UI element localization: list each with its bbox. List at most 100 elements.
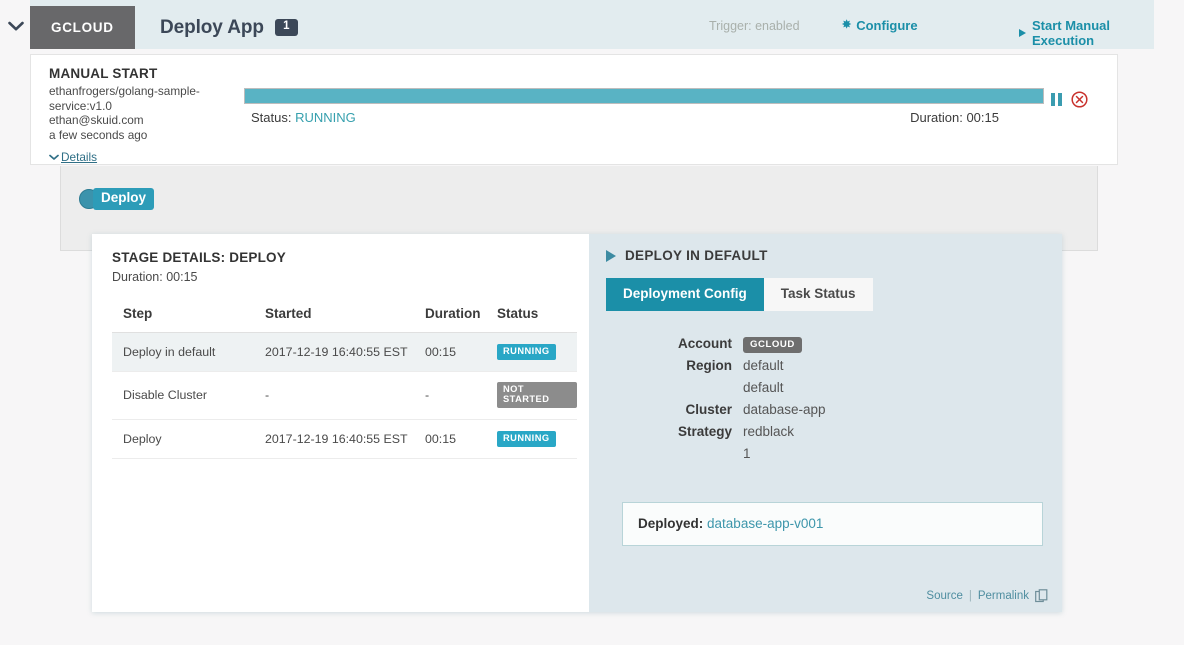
stage-details-panel: STAGE DETAILS: DEPLOY Duration: 00:15 St… bbox=[92, 234, 1062, 612]
execution-duration: Duration: 00:15 bbox=[910, 110, 999, 125]
execution-details-label: Details bbox=[61, 150, 98, 164]
tab-deployment-config[interactable]: Deployment Config bbox=[606, 278, 764, 311]
execution-user: ethan@skuid.com bbox=[49, 113, 144, 127]
execution-status-prefix: Status: bbox=[251, 110, 292, 125]
app-title-group: Deploy App 1 bbox=[160, 6, 298, 49]
triangle-right-icon bbox=[606, 249, 616, 262]
config-row-strategy: Strategy redblack bbox=[624, 421, 1045, 443]
execution-count-badge: 1 bbox=[274, 19, 298, 36]
execution-progress-fill bbox=[245, 89, 1043, 103]
column-header-step: Step bbox=[112, 306, 265, 333]
configure-label: Configure bbox=[856, 18, 918, 33]
status-badge: RUNNING bbox=[497, 430, 556, 448]
deployed-server-group-link[interactable]: database-app-v001 bbox=[707, 516, 823, 531]
gear-icon: ✸ bbox=[842, 19, 852, 31]
play-icon bbox=[1019, 29, 1026, 37]
config-value: 1 bbox=[743, 445, 751, 461]
pause-icon bbox=[1051, 93, 1055, 106]
deployed-artifact-box: Deployed: database-app-v001 bbox=[622, 502, 1043, 546]
config-row-region-second: default bbox=[624, 377, 1045, 399]
config-value: default bbox=[743, 379, 784, 395]
execution-progress-labels: Status: RUNNING Duration: 00:15 bbox=[244, 110, 1044, 127]
execution-timestamp: a few seconds ago bbox=[49, 127, 148, 142]
cell-started: 2017-12-19 16:40:55 EST bbox=[265, 419, 425, 460]
cell-status: RUNNING bbox=[497, 332, 577, 373]
config-row-region: Region default bbox=[624, 355, 1045, 377]
config-row-cluster: Cluster database-app bbox=[624, 399, 1045, 421]
config-value: GCLOUD bbox=[743, 333, 802, 355]
config-row-strategy-second: 1 bbox=[624, 443, 1045, 465]
table-row[interactable]: Deploy in default 2017-12-19 16:40:55 ES… bbox=[112, 332, 577, 373]
deployed-label: Deployed: bbox=[638, 516, 704, 531]
config-key: Account bbox=[678, 335, 732, 351]
cell-step: Disable Cluster bbox=[112, 371, 265, 420]
steps-table: Step Started Duration Status Deploy in d… bbox=[112, 306, 577, 460]
column-header-status: Status bbox=[497, 306, 577, 333]
execution-image: ethanfrogers/golang-sample-service:v1.0 bbox=[49, 84, 200, 113]
column-header-started: Started bbox=[265, 306, 425, 333]
cell-duration: - bbox=[425, 371, 497, 420]
cell-step: Deploy in default bbox=[112, 332, 265, 373]
configure-button[interactable]: ✸ Configure bbox=[842, 18, 918, 33]
config-key: Strategy bbox=[677, 423, 732, 439]
pipeline-header-bar: GCLOUD Deploy App 1 Trigger: enabled ✸ C… bbox=[30, 0, 1154, 49]
stage-details-left: STAGE DETAILS: DEPLOY Duration: 00:15 St… bbox=[92, 234, 589, 612]
source-link[interactable]: Source bbox=[926, 590, 962, 602]
execution-trigger-title: MANUAL START bbox=[49, 66, 158, 81]
deploy-panel-tabs: Deployment Config Task Status bbox=[606, 278, 1045, 311]
collapse-pipeline-toggle[interactable] bbox=[4, 14, 28, 38]
deployment-config-list: Account GCLOUD Region default default Cl… bbox=[624, 333, 1045, 465]
config-key: Region bbox=[686, 357, 732, 373]
execution-progress-bar bbox=[244, 88, 1044, 104]
account-tab-label: GCLOUD bbox=[51, 20, 114, 35]
cell-step: Deploy bbox=[112, 419, 265, 460]
start-manual-execution-label: Start Manual Execution bbox=[1032, 18, 1111, 48]
config-row-account: Account GCLOUD bbox=[624, 333, 1045, 355]
clipboard-copy-icon[interactable] bbox=[1035, 589, 1048, 603]
deploy-panel-footer: Source | Permalink bbox=[926, 589, 1048, 603]
table-row[interactable]: Deploy 2017-12-19 16:40:55 EST 00:15 RUN… bbox=[112, 419, 577, 460]
tab-task-status[interactable]: Task Status bbox=[763, 278, 873, 311]
account-chip: GCLOUD bbox=[743, 336, 802, 354]
page-title: Deploy App bbox=[160, 16, 264, 38]
start-manual-execution-button[interactable]: Start Manual Execution bbox=[1019, 18, 1154, 48]
deploy-in-default-title: DEPLOY IN DEFAULT bbox=[625, 248, 768, 263]
status-badge: NOT STARTED bbox=[497, 382, 577, 408]
stage-details-duration: Duration: 00:15 bbox=[112, 270, 198, 284]
steps-table-header-row: Step Started Duration Status bbox=[112, 306, 577, 333]
deploy-in-default-header[interactable]: DEPLOY IN DEFAULT bbox=[606, 248, 1045, 263]
config-value: redblack bbox=[743, 423, 795, 439]
config-value: default bbox=[743, 357, 784, 373]
config-value: database-app bbox=[743, 401, 826, 417]
cell-status: RUNNING bbox=[497, 419, 577, 460]
deploy-in-default-panel: DEPLOY IN DEFAULT Deployment Config Task… bbox=[589, 234, 1062, 612]
pause-execution-button[interactable] bbox=[1051, 93, 1062, 106]
table-row[interactable]: Disable Cluster - - NOT STARTED bbox=[112, 371, 577, 420]
chevron-down-icon bbox=[49, 154, 59, 160]
execution-summary-card: MANUAL START ethanfrogers/golang-sample-… bbox=[30, 54, 1118, 165]
footer-separator: | bbox=[968, 590, 972, 602]
pipeline-stage-deploy[interactable]: Deploy bbox=[79, 188, 155, 210]
execution-progress-area: Status: RUNNING Duration: 00:15 bbox=[244, 88, 1044, 127]
permalink-link[interactable]: Permalink bbox=[978, 590, 1029, 602]
cell-duration: 00:15 bbox=[425, 419, 497, 460]
cancel-execution-button[interactable] bbox=[1071, 91, 1088, 108]
stage-label[interactable]: Deploy bbox=[93, 188, 155, 210]
cell-started: 2017-12-19 16:40:55 EST bbox=[265, 332, 425, 373]
column-header-duration: Duration bbox=[425, 306, 497, 333]
cell-status: NOT STARTED bbox=[497, 371, 577, 420]
execution-status: Status: RUNNING bbox=[251, 110, 356, 125]
execution-info: MANUAL START ethanfrogers/golang-sample-… bbox=[49, 66, 249, 166]
status-badge: RUNNING bbox=[497, 344, 556, 361]
account-tab-gcloud[interactable]: GCLOUD bbox=[30, 6, 135, 49]
trigger-status-text: Trigger: enabled bbox=[709, 19, 800, 33]
execution-status-value: RUNNING bbox=[295, 110, 356, 125]
chevron-down-icon bbox=[8, 21, 24, 30]
stage-details-title: STAGE DETAILS: DEPLOY bbox=[112, 250, 286, 265]
execution-details-toggle[interactable]: Details bbox=[49, 150, 97, 164]
cell-started: - bbox=[265, 371, 425, 420]
config-key: Cluster bbox=[685, 401, 732, 417]
execution-action-buttons bbox=[1051, 91, 1088, 108]
pause-icon bbox=[1058, 93, 1062, 106]
cell-duration: 00:15 bbox=[425, 332, 497, 373]
